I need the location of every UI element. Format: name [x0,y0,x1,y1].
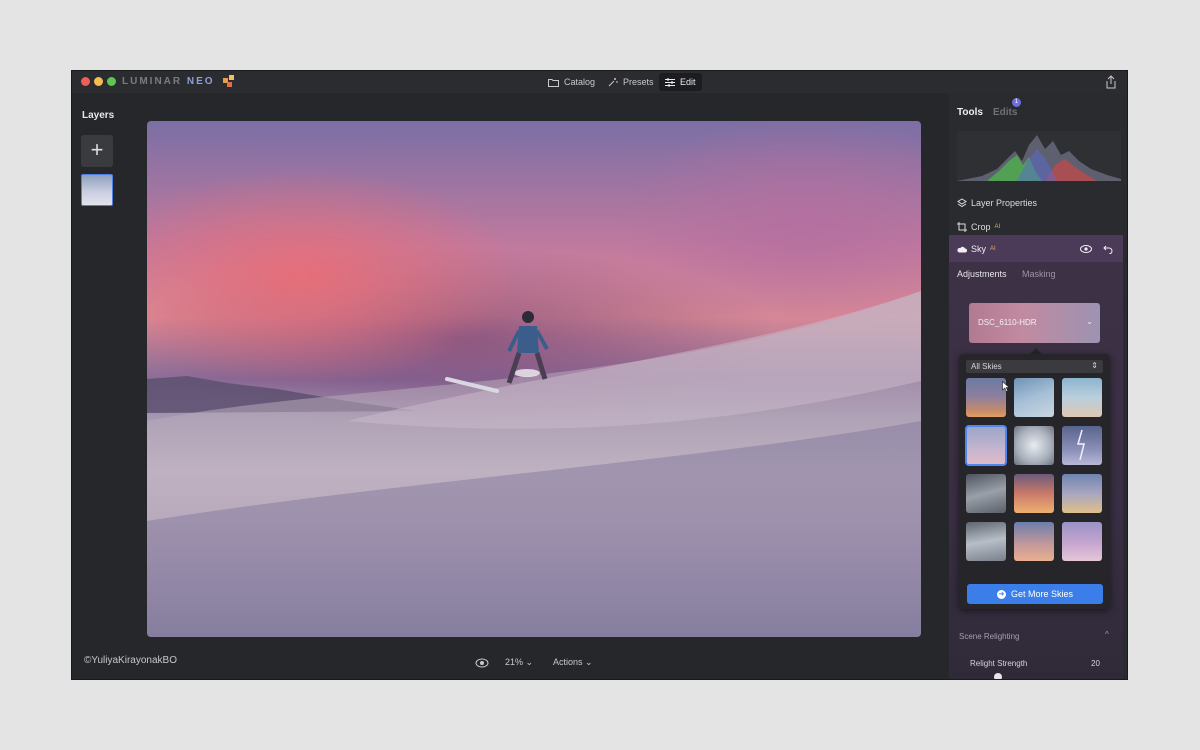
add-layer-button[interactable]: + [81,135,113,167]
preview-eye-icon[interactable] [475,658,489,668]
relight-strength-value: 20 [1091,659,1100,668]
actions-dropdown[interactable]: Actions ⌄ [553,657,593,668]
actions-label: Actions [553,657,583,667]
nav-catalog-label: Catalog [564,77,596,87]
cloud-icon [957,246,967,252]
collapse-caret-icon[interactable]: ^ [1105,630,1109,639]
layer-thumbnail[interactable] [81,174,113,206]
reset-undo-icon[interactable] [1103,244,1113,254]
scene-relighting-header[interactable]: Scene Relighting [959,632,1019,641]
selected-sky-name: DSC_6110-HDR [978,318,1037,327]
histogram [957,131,1121,181]
maximize-window-button[interactable] [107,77,116,86]
tool-layer-properties[interactable]: Layer Properties [957,198,1037,208]
zoom-dropdown[interactable]: 21% ⌄ [505,657,533,668]
sky-thumbnail[interactable] [1014,426,1054,465]
tab-edits[interactable]: Edits [993,107,1017,118]
updown-arrows-icon: ⇕ [1091,361,1098,370]
sliders-icon [665,77,675,87]
folder-icon [548,78,559,87]
nav-edit[interactable]: Edit [659,73,702,91]
logo-suffix: NEO [186,76,215,87]
photo-content [147,291,921,637]
minimize-window-button[interactable] [94,77,103,86]
tab-masking[interactable]: Masking [1022,269,1056,279]
lightning-icon [1077,429,1085,461]
watermark: ©YuliyaKirayonakBO [84,655,177,666]
get-more-skies-label: Get More Skies [1010,589,1074,599]
sky-thumbnail[interactable] [966,522,1006,561]
edits-count-badge: 1 [1012,98,1021,107]
sky-thumbnail[interactable] [1062,378,1102,417]
sky-picker-popup: All Skies ⇕ ➜ Get More Skies [959,354,1110,609]
tool-sky-label: Sky [971,244,987,254]
sky-thumbnail[interactable] [1062,426,1102,465]
sky-thumbnail[interactable] [1062,474,1102,513]
share-icon[interactable] [1105,75,1117,89]
logo-text: LUMINAR [122,76,183,87]
chevron-down-icon: ⌄ [525,657,534,667]
tool-crop[interactable]: Crop AI [957,222,1000,232]
chevron-down-icon: ⌄ [585,657,593,667]
tool-layer-properties-label: Layer Properties [971,198,1038,208]
sky-thumbnail[interactable] [966,378,1006,417]
magic-wand-icon [608,78,618,87]
ai-badge: AI [990,246,996,252]
tab-tools[interactable]: Tools [957,107,983,118]
close-window-button[interactable] [81,77,90,86]
sky-thumbnail[interactable] [1014,522,1054,561]
relight-strength-slider-handle[interactable] [994,673,1002,679]
tool-crop-label: Crop [971,222,991,232]
photo-canvas[interactable] [147,121,921,637]
nav-catalog[interactable]: Catalog [542,73,601,91]
layers-stack-icon [957,198,967,208]
mouse-cursor-icon [1002,381,1010,392]
sky-category-select[interactable]: All Skies ⇕ [966,360,1103,373]
sky-selection-dropdown[interactable]: DSC_6110-HDR ⌄ [969,303,1100,343]
nav-presets[interactable]: Presets [602,73,660,91]
get-more-skies-button[interactable]: ➜ Get More Skies [967,584,1103,604]
extensions-icon[interactable] [221,74,237,88]
nav-presets-label: Presets [623,77,654,87]
sky-thumbnail[interactable] [966,474,1006,513]
sky-category-value: All Skies [971,362,1002,371]
title-bar: LUMINAR NEO Catalog Presets Edit [72,71,1127,93]
arrow-circle-icon: ➜ [996,589,1006,599]
layers-title: Layers [82,110,115,121]
tool-sky-title: Sky AI [957,244,996,254]
crop-icon [957,222,967,232]
zoom-value: 21% [505,657,524,667]
sky-tool-body: Adjustments Masking DSC_6110-HDR ⌄ All S… [949,262,1123,679]
tab-adjustments[interactable]: Adjustments [957,269,1007,279]
histogram-graph [957,135,1121,181]
tools-panel: Tools Edits 1 Layer Properties Crop AI S… [949,93,1127,679]
chevron-down-icon: ⌄ [1086,317,1093,326]
sky-thumbnail[interactable] [1014,474,1054,513]
app-window: LUMINAR NEO Catalog Presets Edit Layers … [72,71,1127,679]
relight-strength-label: Relight Strength [970,659,1028,668]
nav-edit-label: Edit [680,77,696,87]
sky-thumbnail-selected[interactable] [965,425,1007,466]
visibility-eye-icon[interactable] [1080,245,1092,253]
app-logo: LUMINAR NEO [122,76,215,87]
sky-thumbnail[interactable] [1062,522,1102,561]
sky-thumbnail[interactable] [1014,378,1054,417]
tool-sky-header[interactable]: Sky AI [949,235,1123,262]
ai-badge: AI [994,224,1001,230]
